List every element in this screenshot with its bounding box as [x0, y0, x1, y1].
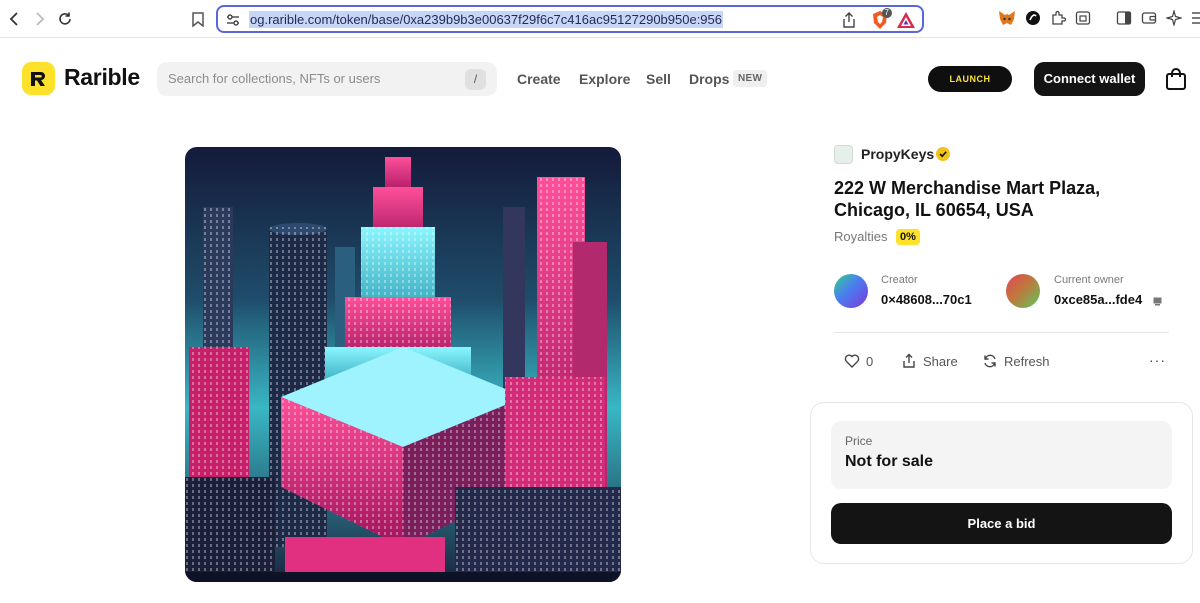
owner-label: Current owner: [1054, 274, 1124, 286]
forward-icon[interactable]: [28, 8, 50, 30]
sidebar-toggle-icon[interactable]: [1115, 9, 1133, 27]
copy-icon[interactable]: [1153, 293, 1162, 306]
price-value: Not for sale: [845, 453, 934, 470]
bookmark-icon[interactable]: [187, 8, 209, 30]
like-button[interactable]: 0: [844, 353, 873, 369]
shields-count-badge: 7: [881, 8, 892, 18]
address-bar[interactable]: og.rarible.com/token/base/0xa239b9b3e006…: [216, 5, 924, 33]
menu-icon[interactable]: [1188, 9, 1200, 27]
wallet-icon[interactable]: [1140, 9, 1158, 27]
token-title-line-1: 222 W Merchandise Mart Plaza,: [834, 178, 1101, 198]
creator-address[interactable]: 0×48608...70c1: [881, 292, 972, 307]
token-title: 222 W Merchandise Mart Plaza, Chicago, I…: [834, 177, 1164, 221]
search-shortcut-key: /: [465, 69, 486, 90]
share-button[interactable]: Share: [901, 353, 958, 369]
url-text[interactable]: og.rarible.com/token/base/0xa239b9b3e006…: [249, 11, 723, 28]
refresh-label: Refresh: [1004, 353, 1050, 369]
nav-sell[interactable]: Sell: [646, 71, 671, 87]
heart-icon: [844, 354, 860, 368]
token-title-line-2: Chicago, IL 60654, USA: [834, 200, 1034, 220]
place-bid-button[interactable]: Place a bid: [831, 503, 1172, 544]
divider: [834, 332, 1169, 333]
extensions-puzzle-icon[interactable]: [1049, 9, 1067, 27]
leo-ai-icon[interactable]: [1165, 9, 1183, 27]
share-page-icon[interactable]: [840, 11, 858, 29]
new-badge: NEW: [733, 70, 768, 87]
royalties-value: 0%: [896, 229, 920, 245]
collection-avatar[interactable]: [834, 145, 853, 164]
like-count: 0: [866, 353, 874, 369]
brave-rewards-icon[interactable]: [896, 11, 916, 29]
creator-label: Creator: [881, 274, 918, 286]
reload-icon[interactable]: [54, 8, 76, 30]
logo-text[interactable]: Rarible: [64, 64, 140, 91]
creator-avatar[interactable]: [834, 274, 868, 308]
nav-explore[interactable]: Explore: [579, 71, 630, 87]
back-icon[interactable]: [4, 8, 26, 30]
price-label: Price: [845, 434, 873, 448]
nft-image[interactable]: [185, 147, 621, 582]
nav-create[interactable]: Create: [517, 71, 561, 87]
launch-button[interactable]: LAUNCH: [928, 66, 1012, 92]
extension-black-icon[interactable]: [1024, 9, 1042, 27]
collection-name[interactable]: PropyKeys: [861, 146, 934, 162]
connect-wallet-button[interactable]: Connect wallet: [1034, 62, 1145, 96]
metamask-icon[interactable]: [998, 9, 1016, 27]
browser-toolbar: og.rarible.com/token/base/0xa239b9b3e006…: [0, 0, 1200, 38]
wallet-box-icon[interactable]: [1074, 9, 1092, 27]
refresh-icon: [984, 354, 996, 368]
royalties-label: Royalties: [834, 229, 888, 244]
nft-artwork: [185, 147, 621, 582]
cart-bag-icon[interactable]: [1165, 67, 1187, 91]
share-icon: [903, 353, 915, 368]
more-options-button[interactable]: ···: [1149, 352, 1166, 368]
rarible-logo-icon[interactable]: [22, 62, 55, 95]
owner-address[interactable]: 0xce85a...fde4: [1054, 292, 1142, 307]
refresh-button[interactable]: Refresh: [982, 353, 1050, 369]
nav-drops[interactable]: Drops: [689, 71, 729, 87]
search-placeholder: Search for collections, NFTs or users: [168, 71, 381, 86]
verified-badge-icon: [936, 147, 950, 161]
site-settings-icon[interactable]: [225, 12, 241, 28]
owner-avatar[interactable]: [1006, 274, 1040, 308]
search-input[interactable]: Search for collections, NFTs or users /: [157, 62, 497, 96]
share-label: Share: [923, 353, 958, 369]
